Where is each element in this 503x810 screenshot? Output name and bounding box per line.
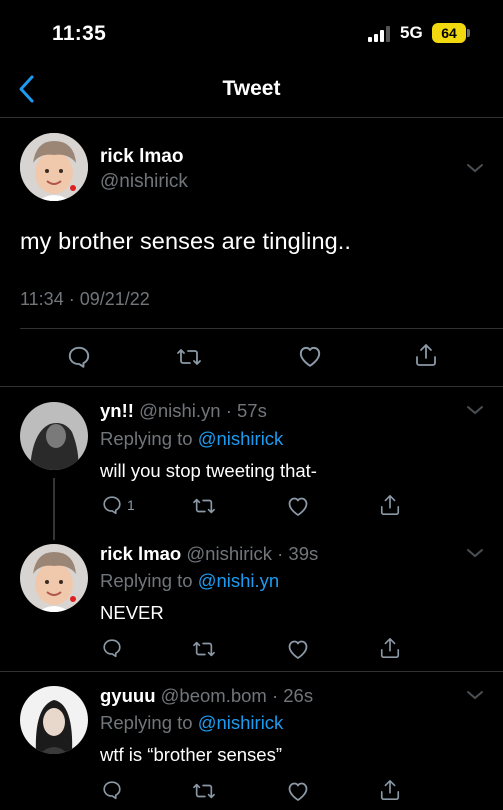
divider (0, 117, 503, 118)
reply-icon[interactable] (66, 344, 92, 370)
reply-icon[interactable] (101, 637, 123, 659)
mention-link[interactable]: @nishirick (198, 712, 284, 733)
chevron-down-icon[interactable] (466, 404, 484, 416)
reply-icon[interactable] (101, 494, 123, 516)
share-icon[interactable] (379, 636, 401, 660)
thread-line (53, 478, 55, 540)
replying-to: Replying to @nishirick (100, 428, 284, 449)
chevron-down-icon[interactable] (466, 162, 484, 174)
chevron-down-icon[interactable] (466, 547, 484, 559)
retweet-icon[interactable] (176, 345, 202, 369)
like-icon[interactable] (286, 495, 310, 517)
retweet-icon[interactable] (192, 780, 216, 802)
avatar[interactable] (20, 544, 88, 612)
network-label: 5G (400, 23, 423, 42)
retweet-icon[interactable] (192, 638, 216, 660)
reply-count: 1 (127, 497, 135, 513)
status-time: 11:35 (52, 22, 107, 45)
avatar[interactable] (20, 402, 88, 470)
signal-icon (368, 26, 394, 42)
reply-text: wtf is “brother senses” (100, 744, 282, 765)
mention-link[interactable]: @nishirick (198, 428, 284, 449)
share-icon[interactable] (379, 493, 401, 517)
mention-link[interactable]: @nishi.yn (198, 570, 280, 591)
page-title: Tweet (222, 77, 281, 100)
reply-author-handle[interactable]: @beom.bom · 26s (161, 685, 313, 706)
divider (0, 671, 503, 672)
reply-author-handle[interactable]: @nishirick · 39s (186, 543, 318, 564)
tweet-timestamp: 11:34 · 09/21/22 (20, 289, 150, 309)
retweet-icon[interactable] (192, 495, 216, 517)
reply-header[interactable]: yn!! @nishi.yn · 57s (100, 400, 267, 422)
reply-text: NEVER (100, 602, 164, 623)
divider (20, 328, 503, 329)
reply-header[interactable]: rick lmao @nishirick · 39s (100, 543, 318, 565)
tweet-text: my brother senses are tingling.. (20, 228, 352, 254)
reply-author-name[interactable]: gyuuu (100, 685, 156, 706)
share-icon[interactable] (379, 778, 401, 802)
reply-header[interactable]: gyuuu @beom.bom · 26s (100, 685, 313, 707)
share-icon[interactable] (414, 342, 438, 368)
battery-tip (467, 29, 470, 37)
like-icon[interactable] (297, 344, 323, 368)
replying-to: Replying to @nishirick (100, 712, 284, 733)
battery-icon: 64 (432, 23, 466, 43)
chevron-down-icon[interactable] (466, 689, 484, 701)
avatar[interactable] (20, 686, 88, 754)
reply-author-name[interactable]: rick lmao (100, 543, 181, 564)
avatar[interactable] (20, 133, 88, 201)
author-name[interactable]: rick lmao (100, 146, 183, 168)
reply-text: will you stop tweeting that- (100, 460, 317, 481)
divider (0, 386, 503, 387)
replying-to: Replying to @nishi.yn (100, 570, 280, 591)
author-handle[interactable]: @nishirick (100, 171, 188, 193)
reply-author-handle[interactable]: @nishi.yn · 57s (139, 400, 267, 421)
reply-icon[interactable] (101, 779, 123, 801)
like-icon[interactable] (286, 638, 310, 660)
reply-author-name[interactable]: yn!! (100, 400, 134, 421)
like-icon[interactable] (286, 780, 310, 802)
